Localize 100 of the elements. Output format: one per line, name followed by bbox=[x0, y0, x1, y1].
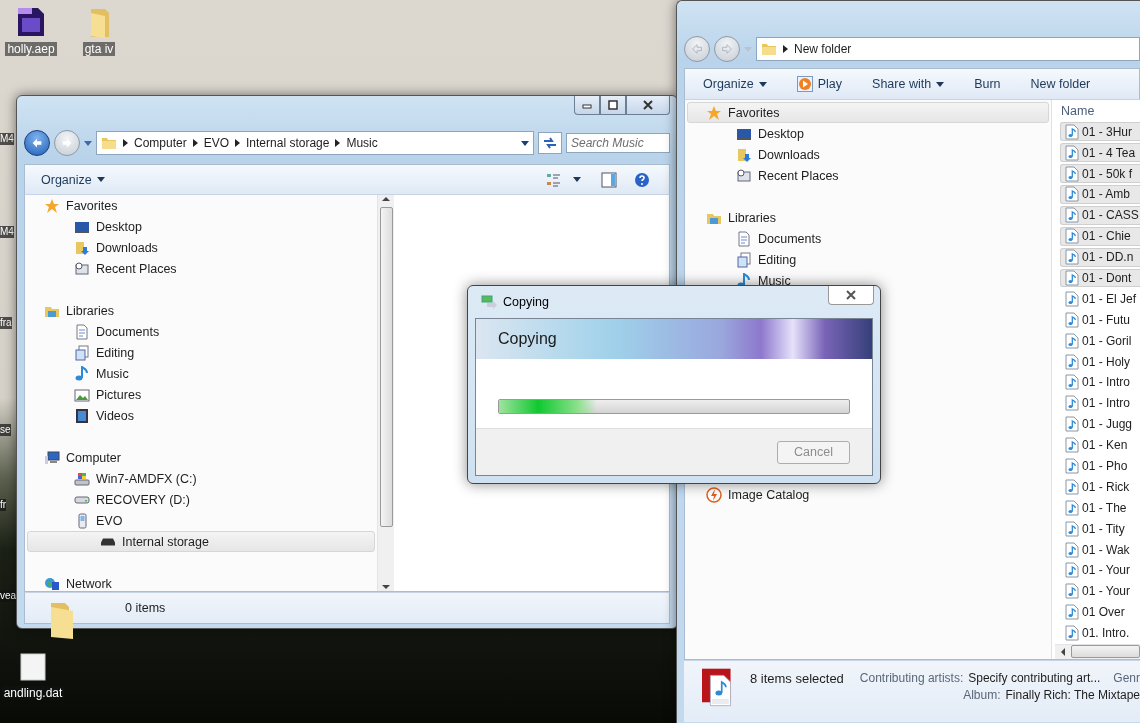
audio-file-icon bbox=[1064, 625, 1080, 642]
file-row[interactable]: 01 - El Jef bbox=[1060, 289, 1140, 309]
star-icon bbox=[44, 197, 60, 214]
back-button[interactable] bbox=[24, 130, 50, 156]
nav-item[interactable]: Internal storage bbox=[27, 531, 375, 552]
document-icon bbox=[736, 230, 752, 247]
nav-item[interactable]: Recent Places bbox=[27, 258, 375, 279]
desktop-icon-label: M4 bbox=[0, 226, 14, 238]
menu-button[interactable]: Share with bbox=[868, 75, 949, 93]
nav-item[interactable]: Libraries bbox=[687, 207, 1049, 228]
file-row[interactable]: 01 - Jugg bbox=[1060, 414, 1140, 434]
address-bar[interactable]: New folder bbox=[756, 37, 1140, 61]
property-label: Contributing artists: bbox=[859, 671, 964, 685]
address-bar[interactable]: Computer EVO Internal storage Music bbox=[96, 131, 534, 155]
audio-file-icon bbox=[1064, 458, 1080, 475]
audio-file-icon bbox=[1064, 374, 1080, 391]
menu-button[interactable]: Organize bbox=[699, 75, 771, 93]
file-row[interactable]: 01 Over bbox=[1060, 602, 1140, 622]
breadcrumb[interactable]: Music bbox=[346, 136, 378, 150]
file-row[interactable]: 01 - DD.n bbox=[1060, 247, 1140, 267]
close-button[interactable] bbox=[626, 96, 670, 115]
forward-button[interactable] bbox=[714, 36, 740, 62]
dialog-heading: Copying bbox=[498, 330, 557, 348]
caret-icon bbox=[758, 81, 767, 87]
file-row[interactable]: 01 - Chie bbox=[1060, 226, 1140, 246]
file-row[interactable]: 01 - Your bbox=[1060, 581, 1140, 601]
nav-item[interactable]: Favorites bbox=[687, 102, 1049, 123]
property-value[interactable]: Finally Rich: The Mixtape bbox=[1005, 688, 1140, 702]
file-row[interactable]: 01 - Goril bbox=[1060, 331, 1140, 351]
file-row[interactable]: 01 - Wak bbox=[1060, 540, 1140, 560]
nav-item[interactable]: Editing bbox=[27, 342, 375, 363]
audio-file-icon bbox=[1064, 144, 1080, 161]
nav-item[interactable]: Libraries bbox=[27, 300, 375, 321]
file-row[interactable]: 01 - Tity bbox=[1060, 519, 1140, 539]
file-row[interactable]: 01 - Your bbox=[1060, 561, 1140, 580]
breadcrumb[interactable]: EVO bbox=[203, 136, 230, 150]
picture-icon bbox=[74, 386, 90, 403]
minimize-button[interactable] bbox=[574, 96, 600, 115]
copy-icon bbox=[481, 294, 497, 310]
toolbar-button[interactable]: Play bbox=[792, 74, 847, 94]
nav-item[interactable]: Documents bbox=[27, 321, 375, 342]
nav-item[interactable]: Network bbox=[27, 573, 375, 591]
close-icon bbox=[845, 289, 857, 301]
file-row[interactable]: 01 - Holy bbox=[1060, 352, 1140, 372]
audio-file-icon bbox=[1064, 604, 1080, 621]
scrollbar[interactable] bbox=[377, 195, 394, 591]
file-row[interactable]: 01 - 4 Tea bbox=[1060, 143, 1140, 163]
nav-item[interactable]: Pictures bbox=[27, 384, 375, 405]
file-row[interactable]: 01. Intro. bbox=[1060, 623, 1140, 643]
horizontal-scrollbar[interactable] bbox=[1055, 643, 1140, 659]
downloads-folder-icon bbox=[736, 146, 752, 163]
audio-file-icon bbox=[1064, 562, 1080, 579]
nav-item[interactable]: Desktop bbox=[687, 123, 1049, 144]
file-row[interactable]: 01 - Intro bbox=[1060, 373, 1140, 392]
toolbar-button[interactable]: Burn bbox=[970, 75, 1005, 93]
toolbar-button[interactable]: New folder bbox=[1026, 75, 1095, 93]
file-row[interactable]: 01 - The bbox=[1060, 498, 1140, 518]
nav-item[interactable]: Editing bbox=[687, 249, 1049, 270]
breadcrumb[interactable]: New folder bbox=[794, 42, 852, 56]
breadcrumb[interactable]: Computer bbox=[134, 136, 187, 150]
maximize-button[interactable] bbox=[600, 96, 626, 115]
file-row[interactable]: 01 - Rick bbox=[1060, 477, 1140, 497]
nav-item[interactable]: Computer bbox=[27, 447, 375, 468]
nav-item[interactable]: Recent Places bbox=[687, 165, 1049, 186]
breadcrumb[interactable]: Internal storage bbox=[246, 136, 330, 150]
nav-item[interactable]: Downloads bbox=[687, 144, 1049, 165]
file-row[interactable]: 01 - CASS bbox=[1060, 205, 1140, 225]
scroll-thumb[interactable] bbox=[1071, 645, 1140, 659]
nav-item[interactable]: Image Catalog bbox=[687, 484, 1049, 505]
file-row[interactable]: 01 - Ken bbox=[1060, 435, 1140, 455]
storage-icon bbox=[100, 537, 116, 546]
nav-item[interactable]: Win7-AMDFX (C:) bbox=[27, 468, 375, 489]
nav-item[interactable]: Favorites bbox=[27, 195, 375, 216]
file-row[interactable]: 01 - Intro bbox=[1060, 393, 1140, 413]
audio-file-icon bbox=[1064, 583, 1080, 600]
nav-item[interactable]: Desktop bbox=[27, 216, 375, 237]
nav-item[interactable]: Documents bbox=[687, 228, 1049, 249]
nav-item[interactable]: Downloads bbox=[27, 237, 375, 258]
file-row[interactable]: 01 - 3Hur bbox=[1060, 122, 1140, 142]
file-row[interactable]: 01 - Dont bbox=[1060, 268, 1140, 288]
audio-file-icon bbox=[1064, 186, 1080, 203]
music-note-icon bbox=[74, 365, 90, 382]
nav-item[interactable]: Videos bbox=[27, 405, 375, 426]
column-header[interactable]: Name bbox=[1055, 100, 1140, 122]
file-row[interactable]: 01 - 50k f bbox=[1060, 164, 1140, 183]
nav-item[interactable]: Music bbox=[27, 363, 375, 384]
file-row[interactable]: 01 - Futu bbox=[1060, 310, 1140, 330]
close-button[interactable] bbox=[828, 286, 874, 305]
search-field[interactable]: Search Music bbox=[566, 133, 670, 153]
caret-icon bbox=[744, 46, 752, 52]
organize-button[interactable]: Organize bbox=[37, 170, 109, 189]
nav-item[interactable]: RECOVERY (D:) bbox=[27, 489, 375, 510]
nav-item[interactable]: EVO bbox=[27, 510, 375, 531]
downloads-folder-icon bbox=[74, 239, 90, 256]
refresh-button[interactable] bbox=[538, 132, 562, 154]
audio-file-icon bbox=[1064, 249, 1080, 266]
file-row[interactable]: 01 - Amb bbox=[1060, 185, 1140, 204]
scroll-thumb[interactable] bbox=[379, 207, 393, 527]
file-row[interactable]: 01 - Pho bbox=[1060, 456, 1140, 476]
property-value[interactable]: Specify contributing art... bbox=[968, 671, 1101, 685]
